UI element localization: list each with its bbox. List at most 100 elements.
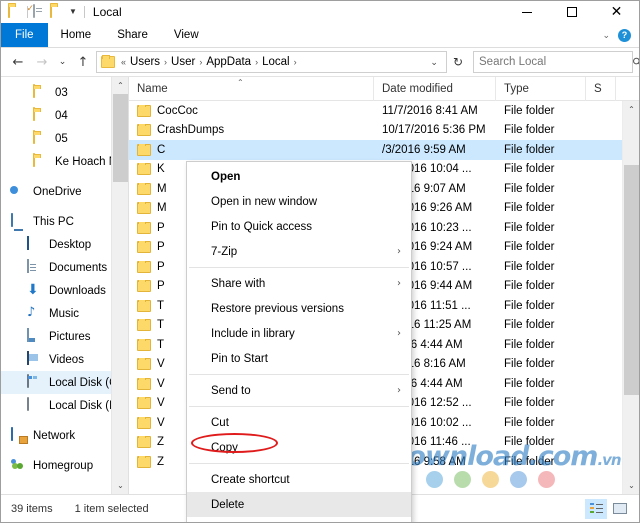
- breadcrumb-item-appdata[interactable]: AppData: [206, 56, 251, 68]
- menu-item-send-to[interactable]: Send to ›: [187, 378, 411, 403]
- table-row[interactable]: CocCoc 11/7/2016 8:41 AM File folder: [129, 101, 622, 121]
- menu-item-create-shortcut[interactable]: Create shortcut: [187, 467, 411, 492]
- qat-dropdown-icon[interactable]: ▼: [67, 8, 79, 16]
- item-count-label: 39 items: [11, 502, 53, 515]
- breadcrumb-separator-4[interactable]: ›: [293, 57, 298, 67]
- file-type-cell: File folder: [504, 299, 555, 312]
- sidebar-item-local-disk-d[interactable]: Local Disk (D:): [1, 394, 128, 417]
- sidebar-item-videos[interactable]: Videos: [1, 348, 128, 371]
- sidebar-item-desktop[interactable]: Desktop: [1, 233, 128, 256]
- file-name-cell: CocCoc: [129, 104, 374, 117]
- table-row[interactable]: C /3/2016 9:59 AM File folder: [129, 140, 622, 160]
- folder-icon[interactable]: [8, 4, 22, 19]
- sidebar-item-pictures[interactable]: Pictures: [1, 325, 128, 348]
- recent-locations-button[interactable]: ⌄: [55, 51, 70, 73]
- new-folder-icon[interactable]: [50, 4, 64, 19]
- breadcrumb-separator-1[interactable]: ›: [163, 57, 168, 67]
- sidebar-item-local-disk-c[interactable]: Local Disk (C:): [1, 371, 128, 394]
- menu-item-include-in-library[interactable]: Include in library ›: [187, 321, 411, 346]
- hard-drive-icon: [27, 374, 43, 390]
- scroll-down-icon[interactable]: ⌄: [112, 477, 128, 494]
- sidebar-item-04[interactable]: 04: [1, 104, 128, 127]
- help-icon[interactable]: ?: [618, 28, 631, 42]
- tab-share[interactable]: Share: [104, 23, 161, 47]
- search-input[interactable]: [479, 56, 633, 68]
- menu-item-restore-previous-versions[interactable]: Restore previous versions: [187, 296, 411, 321]
- sidebar-item-music[interactable]: ♪ Music: [1, 302, 128, 325]
- file-name: T: [157, 299, 165, 312]
- sidebar-item-documents[interactable]: Documents: [1, 256, 128, 279]
- menu-item-pin-to-quick-access[interactable]: Pin to Quick access: [187, 214, 411, 239]
- menu-item-label: Cut: [211, 416, 229, 429]
- refresh-button[interactable]: ↻: [449, 55, 467, 69]
- sidebar-item-this-pc[interactable]: This PC: [1, 210, 128, 233]
- breadcrumb-item-users[interactable]: Users: [130, 56, 160, 68]
- folder-icon: [137, 143, 151, 156]
- scroll-up-icon[interactable]: ⌃: [112, 77, 128, 94]
- column-header-size[interactable]: S: [586, 77, 616, 101]
- tab-view[interactable]: View: [161, 23, 212, 47]
- sidebar-item-ke-hoach-nam[interactable]: Ke Hoach Nam 2: [1, 150, 128, 173]
- folder-icon: [137, 436, 151, 449]
- search-box[interactable]: ⚲: [473, 51, 639, 73]
- sidebar-item-05[interactable]: 05: [1, 127, 128, 150]
- menu-item-7-zip[interactable]: 7-Zip ›: [187, 239, 411, 264]
- breadcrumb[interactable]: « Users › User › AppData › Local › ⌄: [96, 51, 447, 73]
- tab-file[interactable]: File: [1, 23, 48, 47]
- file-type-cell: File folder: [504, 241, 555, 254]
- sidebar-item-network[interactable]: Network: [1, 424, 128, 447]
- large-icons-view-icon[interactable]: [609, 499, 631, 519]
- tab-home[interactable]: Home: [48, 23, 105, 47]
- folder-icon: [137, 377, 151, 390]
- forward-button[interactable]: →: [31, 51, 53, 73]
- selection-label: 1 item selected: [74, 502, 149, 515]
- close-button[interactable]: ✕: [594, 1, 639, 23]
- sidebar-item-homegroup[interactable]: Homegroup: [1, 454, 128, 477]
- table-row[interactable]: CrashDumps 10/17/2016 5:36 PM File folde…: [129, 121, 622, 141]
- file-type-cell: File folder: [504, 163, 555, 176]
- column-header-date-modified[interactable]: Date modified: [374, 77, 496, 101]
- sidebar-gap-4: [1, 447, 128, 454]
- sidebar-item-downloads[interactable]: ⬇ Downloads: [1, 279, 128, 302]
- sidebar-item-label: 05: [55, 132, 68, 145]
- menu-item-pin-to-start[interactable]: Pin to Start: [187, 346, 411, 371]
- menu-item-open[interactable]: Open: [187, 164, 411, 189]
- breadcrumb-separator-3[interactable]: ›: [254, 57, 259, 67]
- menu-item-label: Delete: [211, 498, 245, 511]
- chevron-down-icon[interactable]: ⌄: [602, 30, 610, 41]
- menu-item-open-in-new-window[interactable]: Open in new window: [187, 189, 411, 214]
- menu-item-label: Share with: [211, 277, 266, 290]
- sidebar-scrollbar[interactable]: ⌃ ⌄: [111, 77, 128, 494]
- breadcrumb-separator-2[interactable]: ›: [198, 57, 203, 67]
- breadcrumb-item-local[interactable]: Local: [262, 56, 290, 68]
- up-button[interactable]: ↑: [72, 51, 94, 73]
- back-button[interactable]: ←: [7, 51, 29, 73]
- column-header-name[interactable]: Name: [129, 77, 374, 101]
- menu-item-share-with[interactable]: Share with ›: [187, 271, 411, 296]
- menu-item-copy[interactable]: Copy: [187, 435, 411, 460]
- minimize-button[interactable]: [504, 1, 549, 23]
- file-name: Z: [157, 436, 165, 449]
- menu-item-delete[interactable]: Delete: [187, 492, 411, 517]
- folder-icon: [137, 397, 151, 410]
- pictures-icon: [27, 328, 43, 344]
- file-list-scrollbar[interactable]: ⌃ ⌄: [622, 101, 639, 494]
- file-list-scrollbar-thumb[interactable]: [624, 165, 639, 395]
- downloads-icon: ⬇: [27, 282, 39, 298]
- column-header-type[interactable]: Type: [496, 77, 586, 101]
- breadcrumb-item-user[interactable]: User: [171, 56, 195, 68]
- maximize-button[interactable]: [549, 1, 594, 23]
- sidebar-item-03[interactable]: 03: [1, 81, 128, 104]
- scroll-down-icon[interactable]: ⌄: [623, 477, 639, 494]
- sidebar-item-label: Music: [49, 307, 80, 320]
- properties-icon[interactable]: [33, 4, 47, 19]
- scroll-up-icon[interactable]: ⌃: [623, 101, 639, 118]
- sidebar-scrollbar-thumb[interactable]: [113, 94, 128, 182]
- sidebar-item-onedrive[interactable]: OneDrive: [1, 180, 128, 203]
- menu-item-rename[interactable]: Rename: [187, 517, 411, 522]
- folder-icon: [33, 130, 49, 146]
- menu-item-cut[interactable]: Cut: [187, 410, 411, 435]
- details-view-icon[interactable]: [585, 498, 607, 519]
- watermark-dot: [454, 471, 471, 488]
- address-dropdown-icon[interactable]: ⌄: [426, 57, 442, 68]
